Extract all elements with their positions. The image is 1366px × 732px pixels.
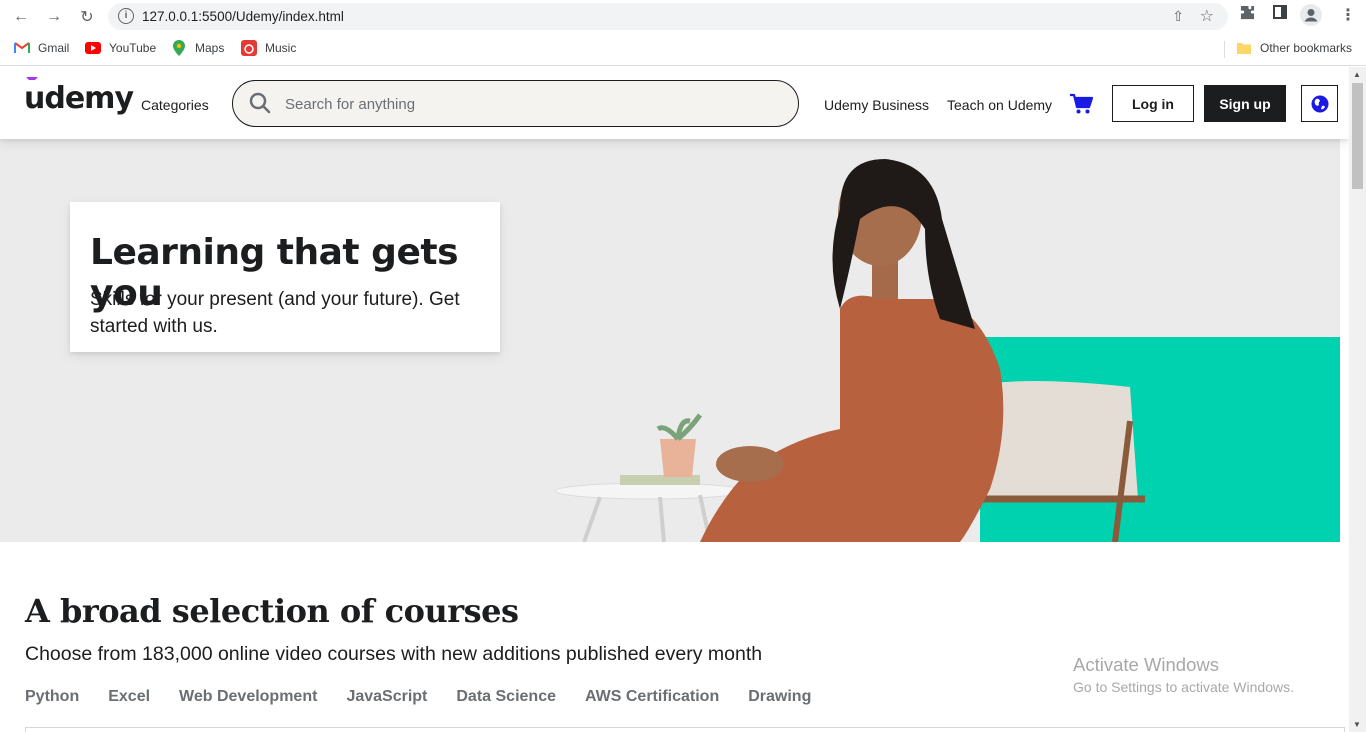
page-scrollbar[interactable]: ▲ ▼ — [1349, 67, 1366, 732]
watermark-line-1: Activate Windows — [1073, 654, 1219, 675]
udemy-logo[interactable]: udemy — [24, 77, 134, 116]
tab-excel[interactable]: Excel — [108, 688, 150, 706]
music-icon — [241, 40, 257, 56]
watermark-line-2: Go to Settings to activate Windows. — [1073, 679, 1294, 695]
url-text[interactable]: 127.0.0.1:5500/Udemy/index.html — [142, 9, 344, 24]
scrollbar-thumb[interactable] — [1352, 83, 1363, 189]
login-button[interactable]: Log in — [1112, 85, 1194, 122]
youtube-icon — [85, 41, 101, 55]
profile-avatar-icon[interactable] — [1300, 4, 1322, 30]
bookmark-gmail[interactable]: Gmail — [14, 41, 69, 55]
bookmarks-divider — [1224, 41, 1225, 58]
other-bookmarks[interactable]: Other bookmarks — [1236, 41, 1352, 55]
side-panel-icon[interactable] — [1273, 5, 1287, 23]
search-input[interactable] — [285, 93, 765, 115]
logo-hat-icon — [26, 77, 38, 84]
bookmarks-bar: Gmail YouTube Maps Music Other bookmarks — [0, 33, 1366, 66]
bookmark-label: Maps — [195, 41, 225, 55]
hero-banner: Learning that gets you Skills for your p… — [0, 139, 1340, 542]
tab-aws-certification[interactable]: AWS Certification — [585, 688, 719, 706]
gmail-icon — [14, 41, 30, 55]
folder-icon — [1236, 41, 1252, 55]
activate-windows-watermark: Activate Windows Go to Settings to activ… — [1073, 654, 1294, 695]
other-bookmarks-label: Other bookmarks — [1260, 41, 1353, 55]
site-info-icon[interactable]: i — [118, 8, 134, 24]
page-viewport: udemy Categories Udemy Business Teach on… — [0, 67, 1349, 732]
shopping-cart-icon[interactable] — [1069, 93, 1093, 115]
site-header: udemy Categories Udemy Business Teach on… — [0, 67, 1349, 139]
udemy-business-link[interactable]: Udemy Business — [824, 97, 929, 113]
teach-on-udemy-link[interactable]: Teach on Udemy — [947, 97, 1052, 113]
bookmark-label: Gmail — [38, 41, 70, 55]
search-bar[interactable] — [232, 80, 799, 127]
forward-arrow-icon[interactable]: → — [42, 5, 66, 29]
browser-menu-icon[interactable]: ⋮ — [1340, 5, 1356, 25]
hero-subtitle: Skills for your present (and your future… — [90, 289, 460, 337]
globe-icon — [1311, 95, 1328, 112]
hero-card: Learning that gets you Skills for your p… — [70, 202, 500, 352]
tab-drawing[interactable]: Drawing — [748, 688, 811, 706]
back-arrow-icon[interactable]: ← — [9, 5, 33, 29]
tab-python[interactable]: Python — [25, 688, 79, 706]
course-panel — [25, 727, 1345, 732]
language-button[interactable] — [1301, 85, 1338, 122]
bookmark-music[interactable]: Music — [241, 40, 297, 56]
course-category-tabs: Python Excel Web Development JavaScript … — [25, 688, 811, 706]
address-bar[interactable]: i 127.0.0.1:5500/Udemy/index.html ⇧ ☆ — [108, 3, 1228, 30]
bookmark-maps[interactable]: Maps — [171, 40, 225, 56]
reload-icon[interactable]: ↻ — [75, 5, 99, 29]
courses-title: A broad selection of courses — [25, 592, 519, 630]
bookmark-label: YouTube — [109, 41, 157, 55]
hero-image-woman-in-chair — [554, 159, 1145, 542]
share-icon[interactable]: ⇧ — [1172, 8, 1184, 25]
categories-link[interactable]: Categories — [141, 97, 209, 113]
courses-subtitle: Choose from 183,000 online video courses… — [25, 643, 763, 665]
tab-data-science[interactable]: Data Science — [456, 688, 556, 706]
search-icon[interactable] — [249, 92, 271, 114]
browser-toolbar: ← → ↻ i 127.0.0.1:5500/Udemy/index.html … — [0, 0, 1366, 33]
maps-icon — [171, 40, 187, 56]
scroll-up-arrow-icon[interactable]: ▲ — [1353, 70, 1361, 79]
extensions-puzzle-icon[interactable] — [1240, 5, 1255, 24]
scroll-down-arrow-icon[interactable]: ▼ — [1353, 720, 1361, 729]
signup-button[interactable]: Sign up — [1204, 85, 1286, 122]
bookmark-star-icon[interactable]: ☆ — [1200, 6, 1214, 26]
bookmark-label: Music — [265, 41, 297, 55]
tab-web-development[interactable]: Web Development — [179, 688, 317, 706]
bookmark-youtube[interactable]: YouTube — [85, 41, 156, 55]
tab-javascript[interactable]: JavaScript — [346, 688, 427, 706]
